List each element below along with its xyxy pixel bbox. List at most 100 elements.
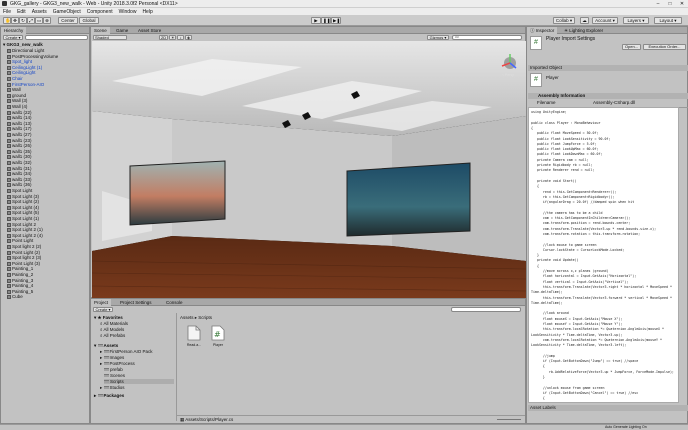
menu-window[interactable]: Window — [119, 9, 137, 15]
folder-prefab[interactable]: prefab — [104, 367, 123, 372]
menu-help[interactable]: Help — [142, 9, 152, 15]
hierarchy-item[interactable]: Spot light 2 (3) — [7, 255, 41, 261]
light-toggle-icon[interactable]: ☀ — [169, 35, 176, 40]
menu-file[interactable]: File — [3, 9, 11, 15]
project-create-button[interactable]: Create ▾ — [93, 307, 113, 312]
minimize-icon[interactable]: – — [652, 0, 664, 8]
hierarchy-item[interactable]: PostProcessingVolume — [7, 54, 58, 59]
hierarchy-item[interactable]: Spot Light 2 (4) — [7, 233, 43, 238]
gizmos-dropdown[interactable]: Gizmos ▾ — [427, 35, 449, 40]
hierarchy-item[interactable]: wall1 (32) — [7, 160, 32, 165]
hierarchy-item[interactable]: wall1 (36) — [7, 182, 32, 188]
hierarchy-item[interactable]: Spot Light (2) — [7, 199, 39, 205]
cloud-icon[interactable]: ☁ — [580, 17, 589, 24]
pivot-toggle[interactable]: Center — [58, 17, 78, 24]
file-player-script[interactable]: # Player — [207, 325, 229, 349]
file-readme[interactable]: Read.a... — [183, 325, 205, 349]
project-breadcrumb[interactable]: Assets ▸ Scripts — [180, 315, 212, 320]
hierarchy-item[interactable]: Spot Light 2 (1) — [7, 227, 43, 233]
hierarchy-item[interactable]: Painting_5 — [7, 289, 33, 294]
hierarchy-item[interactable]: Spot Light (3) — [7, 194, 39, 199]
transform-tool-icon[interactable]: ⊕ — [43, 17, 51, 24]
hierarchy-item[interactable]: Directional Light — [7, 48, 44, 53]
tab-lighting-explorer[interactable]: ☀ Lighting Explorer — [561, 27, 606, 34]
hierarchy-item[interactable]: Painting_3 — [7, 278, 33, 283]
hand-tool-icon[interactable]: ✋ — [3, 17, 11, 24]
space-toggle[interactable]: Global — [79, 17, 99, 24]
project-search-input[interactable] — [451, 307, 521, 312]
hierarchy-search-input[interactable] — [25, 35, 88, 40]
hierarchy-item[interactable]: wall1 (22) — [7, 110, 32, 115]
tab-hierarchy[interactable]: Hierarchy — [1, 27, 27, 34]
hierarchy-item[interactable]: wall1 (13) — [7, 121, 32, 126]
hierarchy-item[interactable]: wall1 (31) — [7, 166, 32, 171]
menu-component[interactable]: Component — [87, 9, 113, 15]
open-button[interactable]: Open... — [622, 44, 641, 50]
folder-firstperson[interactable]: ▸ FirstPerson AIO Pack — [100, 349, 153, 354]
hierarchy-create-button[interactable]: Create ▾ — [3, 35, 23, 40]
hierarchy-item[interactable]: Wall (3) — [7, 98, 27, 104]
fav-all-models[interactable]: ⌕ All Models — [100, 327, 124, 332]
menu-edit[interactable]: Edit — [17, 9, 26, 15]
close-icon[interactable]: ✕ — [676, 0, 688, 8]
hierarchy-item[interactable]: Spot Light 2 — [7, 222, 36, 227]
move-tool-icon[interactable]: ✥ — [11, 17, 19, 24]
2d-toggle[interactable]: 2D — [159, 35, 168, 40]
hierarchy-item[interactable]: CeilingLight (1) — [7, 65, 42, 70]
step-icon[interactable]: ▶❚ — [331, 17, 341, 24]
hierarchy-item[interactable]: Spot light 2 (2) — [7, 244, 41, 249]
fav-all-prefabs[interactable]: ⌕ All Prefabs — [100, 333, 125, 338]
hierarchy-item[interactable]: ground — [7, 93, 26, 98]
tab-console[interactable]: Console — [163, 299, 186, 306]
hierarchy-item[interactable]: Spot Light (5) — [7, 210, 39, 216]
scene-viewport[interactable]: < Persp — [92, 41, 526, 298]
pause-icon[interactable]: ❚❚ — [321, 17, 331, 24]
fav-all-materials[interactable]: ⌕ All Materials — [100, 321, 128, 326]
scale-tool-icon[interactable]: ⤢ — [27, 17, 35, 24]
folder-postprocess[interactable]: ▸ PostProcess — [100, 361, 135, 366]
hierarchy-item[interactable]: Chair — [7, 76, 23, 81]
rect-tool-icon[interactable]: ▭ — [35, 17, 43, 24]
rotate-tool-icon[interactable]: ↻ — [19, 17, 27, 24]
collab-button[interactable]: Collab ▾ — [553, 17, 575, 24]
hierarchy-item[interactable]: wall1 (27) — [7, 132, 32, 137]
audio-toggle-icon[interactable]: ♪ — [177, 35, 184, 40]
hierarchy-item[interactable]: Spot Light — [7, 188, 32, 193]
packages-header[interactable]: ▸ Packages — [94, 393, 124, 398]
execution-order-button[interactable]: Execution Order... — [643, 44, 686, 50]
hierarchy-item[interactable]: Spot Light (4) — [7, 205, 39, 210]
hierarchy-item[interactable]: Point Light (3) — [7, 261, 40, 266]
hierarchy-item[interactable]: wall1 (30) — [7, 154, 32, 160]
tab-scene[interactable]: Scene — [91, 27, 110, 34]
effects-toggle-icon[interactable]: ◈ — [185, 35, 192, 40]
scene-root[interactable]: ▾ GKG3_new_walk — [3, 42, 43, 47]
hierarchy-item[interactable]: wall1 (17) — [7, 126, 32, 132]
hierarchy-item[interactable]: wall1 (26) — [7, 143, 32, 149]
folder-scenes[interactable]: Scenes — [104, 373, 125, 378]
assets-header[interactable]: ▾ Assets — [94, 343, 118, 348]
hierarchy-item[interactable]: Spot Light (1) — [7, 216, 39, 221]
folder-images[interactable]: ▸ Images — [100, 355, 124, 360]
layers-dropdown[interactable]: Layers ▾ — [623, 17, 649, 24]
hierarchy-item[interactable]: Spot_light — [7, 59, 32, 65]
hierarchy-item[interactable]: wall1 (23) — [7, 138, 32, 143]
hierarchy-item[interactable]: Point Light (2) — [7, 250, 40, 255]
hierarchy-item[interactable]: FirstPerson-AIO — [7, 82, 44, 87]
tab-project-settings[interactable]: Project Settings — [117, 299, 155, 306]
hierarchy-item[interactable]: wall1 (14) — [7, 115, 32, 121]
hierarchy-item[interactable]: Painting_2 — [7, 272, 33, 277]
icon-size-slider[interactable] — [497, 419, 521, 420]
hierarchy-item[interactable]: Painting_1 — [7, 266, 33, 272]
layout-dropdown[interactable]: Layout ▾ — [654, 17, 682, 24]
favorites-header[interactable]: ▾ ★ Favorites — [94, 315, 123, 320]
hierarchy-item[interactable]: Wall — [7, 87, 21, 93]
play-icon[interactable]: ▶ — [311, 17, 321, 24]
shading-dropdown[interactable]: Shaded — [93, 35, 127, 40]
folder-scripts[interactable]: Scripts — [104, 379, 174, 384]
hierarchy-item[interactable]: wall1 (35) — [7, 149, 32, 154]
tab-project[interactable]: Project — [91, 299, 112, 306]
maximize-icon[interactable]: □ — [664, 0, 676, 8]
scene-search-input[interactable]: All — [452, 35, 522, 40]
hierarchy-item[interactable]: Wall (4) — [7, 104, 27, 109]
hierarchy-item[interactable]: Painting_4 — [7, 283, 33, 289]
